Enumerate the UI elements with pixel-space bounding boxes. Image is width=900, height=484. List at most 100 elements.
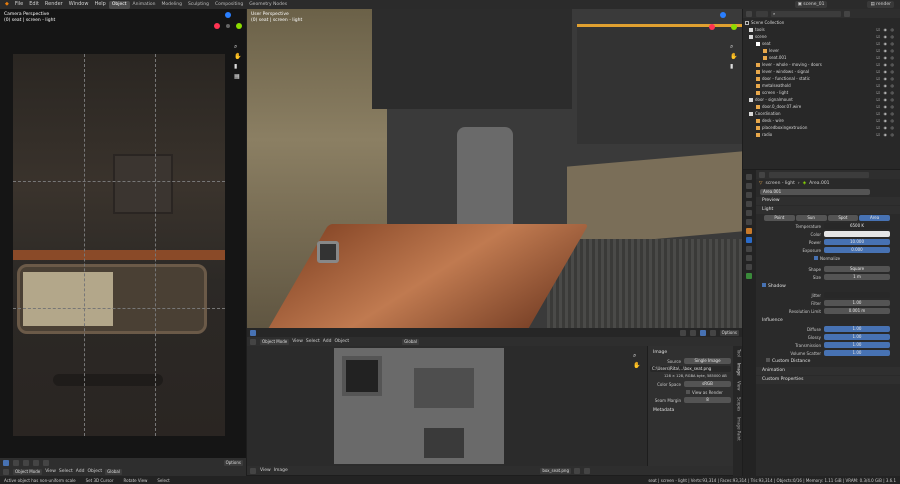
- image-path-field[interactable]: C:\Users\Rita\...\box_seat.png: [650, 366, 731, 372]
- custom-distance-checkbox[interactable]: [766, 358, 770, 362]
- outliner-display-mode[interactable]: [756, 10, 768, 17]
- outliner-row[interactable]: seat.001 ☑ ◉ ◎: [745, 54, 900, 61]
- camera-viewport[interactable]: Camera Perspective (0) seat | screen - l…: [0, 9, 246, 476]
- view-as-render-checkbox[interactable]: [686, 390, 690, 394]
- persp-transform-orientation[interactable]: Global: [402, 338, 419, 345]
- custom-distance-section[interactable]: Custom Distance: [756, 358, 900, 366]
- render-camera-icon[interactable]: ◉: [884, 117, 888, 124]
- tab-image-paint[interactable]: Image Paint: [734, 414, 742, 444]
- persp-menu-add[interactable]: Add: [323, 339, 332, 344]
- outliner-row[interactable]: seat ☑ ◉ ◎: [745, 40, 900, 47]
- new-image-icon[interactable]: [584, 467, 590, 474]
- light-type-sun[interactable]: Sun: [795, 215, 827, 221]
- proportional-icon[interactable]: [43, 459, 49, 466]
- outliner-row[interactable]: lever ☑ ◉ ◎: [745, 47, 900, 54]
- eye-icon[interactable]: ◎: [891, 96, 895, 103]
- render-camera-icon[interactable]: ◉: [884, 110, 888, 117]
- image-name-field[interactable]: box_seat.png: [540, 467, 571, 474]
- data-tab-icon[interactable]: [746, 273, 752, 279]
- light-type-area[interactable]: Area: [859, 215, 890, 221]
- eye-icon[interactable]: ◎: [891, 103, 895, 110]
- render-camera-icon[interactable]: ◉: [884, 61, 888, 68]
- light-type-spot[interactable]: Spot: [827, 215, 859, 221]
- eye-icon[interactable]: ◎: [891, 110, 895, 117]
- outliner-editor-type-icon[interactable]: [746, 10, 752, 17]
- checkbox-icon[interactable]: ☑: [876, 103, 880, 110]
- persp-camera-icon[interactable]: ▮: [730, 63, 733, 70]
- eye-icon[interactable]: ◎: [891, 89, 895, 96]
- render-camera-icon[interactable]: ◉: [884, 96, 888, 103]
- eye-icon[interactable]: ◎: [891, 40, 895, 47]
- tab-tool[interactable]: Tool: [734, 346, 742, 360]
- eye-icon[interactable]: ◎: [891, 131, 895, 138]
- outliner-row[interactable]: lever - windows - signal ☑ ◉ ◎: [745, 68, 900, 75]
- normalize-checkbox[interactable]: [814, 256, 818, 260]
- source-dropdown[interactable]: Single Image: [684, 358, 731, 364]
- outliner-row[interactable]: metalseathold ☑ ◉ ◎: [745, 82, 900, 89]
- shadow-checkbox[interactable]: [762, 283, 766, 287]
- properties-editor-type-icon[interactable]: [759, 171, 765, 178]
- colorspace-dropdown[interactable]: sRGB: [684, 381, 731, 387]
- camera-icon[interactable]: ▮: [234, 63, 237, 70]
- blender-logo-icon[interactable]: ◆: [2, 0, 12, 9]
- eye-icon[interactable]: ◎: [891, 124, 895, 131]
- lasso-select-icon[interactable]: [23, 459, 29, 466]
- properties-search-field[interactable]: [769, 171, 869, 178]
- tool-tab-icon[interactable]: [746, 174, 752, 180]
- light-section[interactable]: Light: [756, 206, 900, 214]
- property-field[interactable]: 1 m: [824, 274, 890, 280]
- outliner-row[interactable]: scene ☑ ◉ ◎: [745, 33, 900, 40]
- outliner-row[interactable]: door - signalmount ☑ ◉ ◎: [745, 96, 900, 103]
- image-menu-image[interactable]: Image: [274, 468, 288, 473]
- image-editor-type-icon[interactable]: [250, 467, 256, 474]
- checkbox-icon[interactable]: ☑: [876, 26, 880, 33]
- menu-add[interactable]: Add: [76, 469, 85, 474]
- persp-select-tool-icon[interactable]: [250, 329, 256, 336]
- persp-editor-type-icon[interactable]: [250, 338, 256, 345]
- eye-icon[interactable]: ◎: [891, 54, 895, 61]
- eye-icon[interactable]: ◎: [891, 75, 895, 82]
- outliner-row[interactable]: door - functional - static ☑ ◉ ◎: [745, 75, 900, 82]
- eye-icon[interactable]: ◎: [891, 82, 895, 89]
- image-menu-view[interactable]: View: [260, 468, 271, 473]
- world-tab-icon[interactable]: [746, 219, 752, 225]
- tab-image[interactable]: Image: [734, 360, 742, 379]
- menu-select[interactable]: Select: [59, 469, 73, 474]
- menu-help[interactable]: Help: [91, 0, 108, 9]
- view-layer-selector[interactable]: ▤ render: [867, 1, 894, 8]
- persp-menu-select[interactable]: Select: [306, 339, 320, 344]
- tab-geometry-nodes[interactable]: Geometry Nodes: [246, 1, 290, 9]
- preview-section[interactable]: Preview: [756, 197, 900, 205]
- navigation-gizmo[interactable]: [214, 12, 242, 40]
- checkbox-icon[interactable]: ☑: [876, 47, 880, 54]
- pin-icon[interactable]: [574, 467, 580, 474]
- persp-pan-hand-icon[interactable]: ✋: [730, 53, 737, 60]
- datablock-field[interactable]: Area.001: [760, 189, 870, 195]
- select-tool-icon[interactable]: [3, 459, 9, 466]
- checkbox-icon[interactable]: ☑: [876, 131, 880, 138]
- metadata-section-header[interactable]: Metadata: [650, 407, 731, 415]
- render-camera-icon[interactable]: ◉: [884, 54, 888, 61]
- checkbox-icon[interactable]: ☑: [876, 68, 880, 75]
- zoom-icon[interactable]: ⌕: [234, 43, 237, 51]
- light-type-point[interactable]: Point: [764, 215, 795, 221]
- shading-rendered-icon[interactable]: [709, 329, 716, 336]
- eye-icon[interactable]: ◎: [891, 61, 895, 68]
- outliner-row[interactable]: lever - whole - moving - doors ☑ ◉ ◎: [745, 61, 900, 68]
- property-field[interactable]: 1.00: [824, 350, 890, 356]
- outliner-row[interactable]: screen - light ☑ ◉ ◎: [745, 89, 900, 96]
- gizmo-z-axis-icon[interactable]: [225, 12, 231, 18]
- render-camera-icon[interactable]: ◉: [884, 47, 888, 54]
- tab-animation[interactable]: Animation: [130, 1, 159, 9]
- property-field[interactable]: 1.00: [824, 326, 890, 332]
- tab-sculpting[interactable]: Sculpting: [185, 1, 212, 9]
- render-camera-icon[interactable]: ◉: [884, 33, 888, 40]
- persp-gizmo-x-axis-icon[interactable]: [709, 24, 715, 30]
- persp-gizmo-y-axis-icon[interactable]: [731, 24, 737, 30]
- render-camera-icon[interactable]: ◉: [884, 131, 888, 138]
- view-layer-tab-icon[interactable]: [746, 201, 752, 207]
- mode-selector[interactable]: Object Mode: [13, 468, 43, 475]
- menu-file[interactable]: File: [12, 0, 26, 9]
- checkbox-icon[interactable]: ☑: [876, 96, 880, 103]
- render-tab-icon[interactable]: [746, 183, 752, 189]
